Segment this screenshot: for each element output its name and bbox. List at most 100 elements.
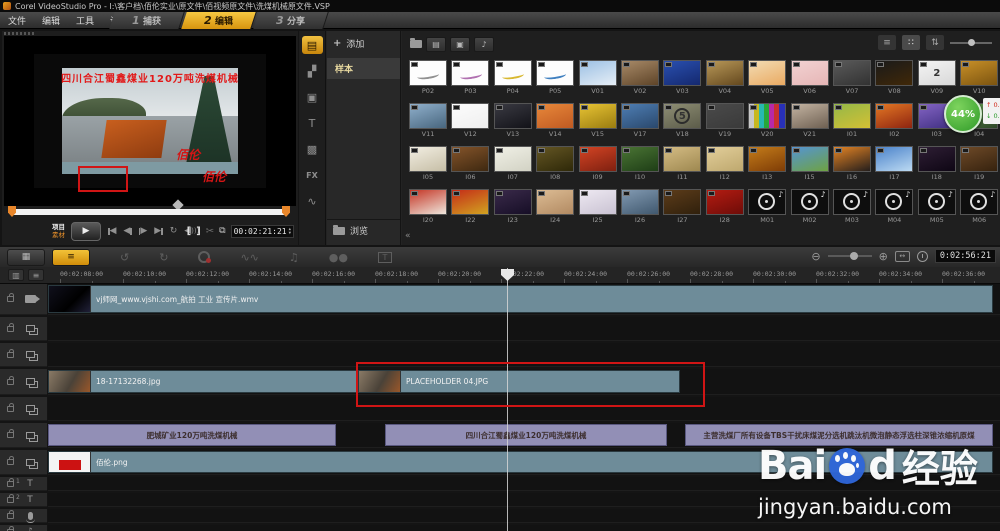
- thumbnail-I16[interactable]: [833, 146, 871, 172]
- mode-project-label[interactable]: 项目: [52, 223, 65, 231]
- thumbnail-V10[interactable]: [960, 60, 999, 86]
- zoom-in-icon[interactable]: ⊕: [879, 250, 888, 263]
- track-header[interactable]: [0, 317, 47, 341]
- track-header[interactable]: [0, 450, 47, 475]
- thumbnail-I02[interactable]: [875, 103, 914, 129]
- thumbnail-I27[interactable]: [663, 189, 702, 215]
- library-item-V13[interactable]: V13: [492, 103, 534, 138]
- title-library-icon[interactable]: T: [302, 114, 323, 132]
- library-item-I19[interactable]: I19: [958, 146, 1000, 181]
- track-lock-icon[interactable]: [7, 322, 14, 332]
- mark-out-button[interactable]: ]: [196, 226, 201, 237]
- library-item-V14[interactable]: V14: [534, 103, 576, 138]
- prev-frame-button[interactable]: ◀: [123, 226, 132, 236]
- library-item-I16[interactable]: I16: [831, 146, 873, 181]
- library-item-I24[interactable]: I24: [534, 189, 576, 224]
- enlarge-preview-button[interactable]: ⧉: [219, 226, 225, 236]
- library-item-I11[interactable]: I11: [661, 146, 703, 181]
- library-item-V17[interactable]: V17: [619, 103, 661, 138]
- gallery-folder-icon[interactable]: [410, 38, 422, 48]
- library-item-V02[interactable]: V02: [619, 60, 661, 95]
- thumbnail-I28[interactable]: [705, 189, 744, 215]
- thumbnail-I18[interactable]: [917, 146, 956, 172]
- thumbnail-I15[interactable]: [790, 146, 829, 172]
- menu-file[interactable]: 文件: [0, 12, 34, 28]
- zoom-slider-knob[interactable]: [968, 38, 975, 46]
- track-list-toggle-icon[interactable]: ≡: [28, 269, 44, 281]
- track-header[interactable]: [0, 284, 47, 315]
- track-header[interactable]: [0, 397, 47, 421]
- thumbnail-M03[interactable]: ♪: [833, 189, 871, 215]
- library-item-I26[interactable]: I26: [619, 189, 661, 224]
- library-item-I06[interactable]: I06: [449, 146, 491, 181]
- library-item-V15[interactable]: V15: [577, 103, 619, 138]
- library-item-I01[interactable]: I01: [831, 103, 873, 138]
- track-header[interactable]: [0, 423, 47, 448]
- track-header[interactable]: [0, 369, 47, 395]
- library-item-I05[interactable]: I05: [407, 146, 449, 181]
- library-item-V18[interactable]: 5 V18: [661, 103, 703, 138]
- library-item-I20[interactable]: I20: [407, 189, 449, 224]
- preview-timecode[interactable]: 00:02:21:21 ▲ ▼: [230, 224, 294, 238]
- library-item-I09[interactable]: I09: [577, 146, 619, 181]
- library-item-I28[interactable]: I28: [704, 189, 746, 224]
- library-item-V09[interactable]: 2 V09: [916, 60, 958, 95]
- transition-library-icon[interactable]: ▞: [302, 62, 323, 80]
- library-item-M04[interactable]: ♪ M04: [873, 189, 915, 224]
- library-item-V11[interactable]: V11: [407, 103, 449, 138]
- step-tab-编辑[interactable]: 2 编辑: [181, 12, 257, 29]
- menu-edit[interactable]: 编辑: [34, 12, 68, 28]
- library-item-I02[interactable]: I02: [873, 103, 915, 138]
- thumbnail-I06[interactable]: [451, 146, 490, 172]
- thumbnail-I11[interactable]: [663, 146, 702, 172]
- thumbnail-I08[interactable]: [536, 146, 575, 172]
- library-item-I23[interactable]: I23: [492, 189, 534, 224]
- library-item-V01[interactable]: V01: [577, 60, 619, 95]
- track-lock-icon[interactable]: [7, 456, 14, 465]
- step-tab-捕获[interactable]: 1 捕获: [109, 12, 185, 29]
- library-item-V12[interactable]: V12: [449, 103, 491, 138]
- library-item-I17[interactable]: I17: [873, 146, 915, 181]
- timecode-spinner[interactable]: ▲ ▼: [289, 227, 291, 235]
- project-duration-timecode[interactable]: 0:02:56:21: [934, 249, 996, 263]
- track-view-toggle-icon[interactable]: ▥: [8, 269, 24, 281]
- mark-in-button[interactable]: [: [187, 226, 192, 237]
- library-item-V19[interactable]: V19: [704, 103, 746, 138]
- library-item-I08[interactable]: I08: [534, 146, 576, 181]
- redo-icon[interactable]: ↻: [159, 251, 168, 264]
- timeline-clip[interactable]: 肥城矿业120万吨洗煤机械: [48, 424, 336, 446]
- library-item-I22[interactable]: I22: [449, 189, 491, 224]
- sort-button[interactable]: ⇅: [926, 35, 944, 50]
- library-item-V10[interactable]: V10: [958, 60, 1000, 95]
- library-item-V20[interactable]: V20: [746, 103, 788, 138]
- library-item-P04[interactable]: P04: [492, 60, 534, 95]
- step-tab-分享[interactable]: 3 分享: [253, 12, 329, 29]
- thumbnail-V17[interactable]: [621, 103, 659, 129]
- mode-clip-label[interactable]: 素材: [52, 231, 65, 239]
- thumbnail-I22[interactable]: [451, 189, 490, 215]
- menu-tools[interactable]: 工具: [68, 12, 102, 28]
- track-content[interactable]: vj师网_www.vjshi.com_航拍 工业 宣传片.wmv: [48, 284, 1000, 315]
- thumbnail-V05[interactable]: [748, 60, 787, 86]
- track-header[interactable]: [0, 509, 47, 523]
- zoom-out-icon[interactable]: ⊖: [811, 250, 820, 263]
- thumbnail-V03[interactable]: [663, 60, 702, 86]
- track-lock-icon[interactable]: [7, 402, 14, 412]
- add-folder-button[interactable]: + 添加: [327, 31, 400, 56]
- media-library-icon[interactable]: ▤: [301, 36, 323, 54]
- track-content[interactable]: [48, 525, 1000, 531]
- record-capture-icon[interactable]: [198, 251, 212, 263]
- library-item-I10[interactable]: I10: [619, 146, 661, 181]
- library-item-P05[interactable]: P05: [534, 60, 576, 95]
- end-button[interactable]: ▶: [154, 226, 163, 236]
- library-item-I18[interactable]: I18: [916, 146, 958, 181]
- browse-button[interactable]: 浏览: [327, 219, 400, 241]
- thumbnail-P03[interactable]: [451, 60, 490, 86]
- thumbnail-V02[interactable]: [621, 60, 659, 86]
- library-item-V05[interactable]: V05: [746, 60, 788, 95]
- track-lock-icon[interactable]: [7, 293, 14, 302]
- track-content[interactable]: [48, 317, 1000, 341]
- thumbnail-M04[interactable]: ♪: [875, 189, 914, 215]
- thumbnail-V15[interactable]: [578, 103, 617, 129]
- surround-sound-icon[interactable]: ●●: [329, 251, 348, 264]
